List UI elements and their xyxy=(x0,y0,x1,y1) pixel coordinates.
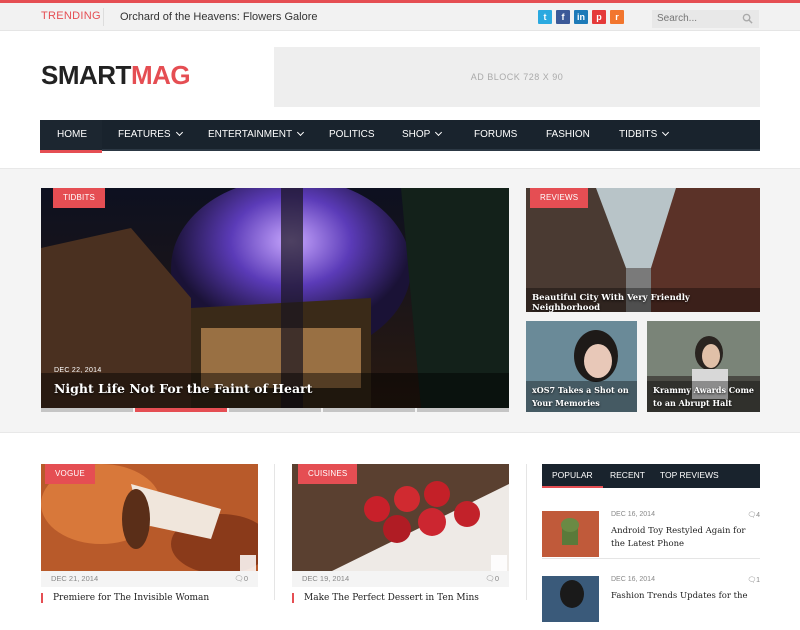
featured-title-line2[interactable]: to an Abrupt Halt xyxy=(653,397,732,409)
chevron-down-icon xyxy=(435,128,443,137)
post-thumbnail[interactable] xyxy=(542,511,599,557)
post-date: DEC 16, 2014 xyxy=(611,511,655,518)
featured-xos7-image[interactable]: xOS7 Takes a Shot on Your Memories xyxy=(526,321,637,412)
category-tag[interactable]: CUISINES xyxy=(298,464,358,484)
chevron-down-icon xyxy=(297,128,305,137)
comment-count-value: 4 xyxy=(756,512,760,519)
chevron-down-icon xyxy=(662,128,670,137)
slider-indicator xyxy=(41,408,509,412)
featured-title-line1[interactable]: xOS7 Takes a Shot on xyxy=(532,384,629,396)
comment-count[interactable]: 🗨0 xyxy=(485,571,499,587)
facebook-icon[interactable]: f xyxy=(556,10,570,24)
post-image-cuisines[interactable]: CUISINES xyxy=(292,464,509,571)
featured-title[interactable]: Night Life Not For the Faint of Heart xyxy=(54,381,312,396)
main-nav: HOME FEATURES ENTERTAINMENT POLITICS SHO… xyxy=(40,120,760,153)
post-meta: DEC 21, 2014 🗨0 xyxy=(41,571,258,587)
post-title[interactable]: Premiere for The Invisible Woman xyxy=(41,593,209,603)
featured-title-line2[interactable]: Your Memories xyxy=(532,397,600,409)
slider-dot[interactable] xyxy=(323,408,415,412)
rss-icon[interactable]: r xyxy=(610,10,624,24)
nav-label: SHOP xyxy=(402,129,431,140)
nav-label: FASHION xyxy=(546,129,590,140)
slider-dot[interactable] xyxy=(417,408,509,412)
post-title[interactable]: Android Toy Restyled Again for the Lates… xyxy=(611,525,761,551)
slider-dot[interactable] xyxy=(229,408,321,412)
comment-count[interactable]: 🗨1 xyxy=(747,576,760,584)
linkedin-icon[interactable]: in xyxy=(574,10,588,24)
slider-dot-active[interactable] xyxy=(135,408,227,412)
night-mall-photo xyxy=(41,188,509,408)
category-tag[interactable]: REVIEWS xyxy=(530,188,589,208)
comment-count[interactable]: 🗨4 xyxy=(747,511,760,519)
nav-item-fashion[interactable]: FASHION xyxy=(546,120,590,151)
nav-item-features[interactable]: FEATURES xyxy=(118,120,183,151)
tab-recent[interactable]: RECENT xyxy=(610,464,645,488)
column-divider xyxy=(274,464,275,600)
post-date: DEC 19, 2014 xyxy=(302,574,350,583)
site-logo[interactable]: SMARTMAG xyxy=(41,60,191,91)
pinterest-icon[interactable]: p xyxy=(592,10,606,24)
post-image-vogue[interactable]: VOGUE xyxy=(41,464,258,571)
featured-main-image[interactable]: TIDBITS DEC 22, 2014 Night Life Not For … xyxy=(41,188,509,408)
nav-label: FORUMS xyxy=(474,129,518,140)
twitter-icon[interactable]: t xyxy=(538,10,552,24)
nav-label: HOME xyxy=(57,129,87,140)
social-icons: t f in p r xyxy=(538,10,624,24)
tab-top-reviews[interactable]: TOP REVIEWS xyxy=(660,464,719,488)
image-format-icon xyxy=(240,555,256,571)
trending-divider xyxy=(103,8,104,26)
post-thumbnail[interactable] xyxy=(542,576,599,622)
comment-count-value: 1 xyxy=(756,577,760,584)
nav-label: POLITICS xyxy=(329,129,375,140)
post-date: DEC 21, 2014 xyxy=(51,574,99,583)
audio-format-icon xyxy=(491,555,507,571)
comment-count-value: 0 xyxy=(494,574,499,583)
comment-count-value: 0 xyxy=(243,574,248,583)
category-tag[interactable]: VOGUE xyxy=(45,464,95,484)
nav-item-politics[interactable]: POLITICS xyxy=(329,120,375,151)
nav-label: FEATURES xyxy=(118,129,171,140)
post-title[interactable]: Make The Perfect Dessert in Ten Mins xyxy=(292,593,479,603)
logo-smart: SMART xyxy=(41,60,131,90)
trending-headline-link[interactable]: Orchard of the Heavens: Flowers Galore xyxy=(120,11,317,23)
nav-item-shop[interactable]: SHOP xyxy=(402,120,443,151)
nav-label: TIDBITS xyxy=(619,129,658,140)
trending-label: TRENDING xyxy=(41,10,101,22)
android-toy-photo xyxy=(542,511,599,557)
nav-item-forums[interactable]: FORUMS xyxy=(474,120,517,151)
post-date: DEC 22, 2014 xyxy=(54,367,102,374)
featured-krammy-image[interactable]: Krammy Awards Come to an Abrupt Halt xyxy=(647,321,760,412)
chevron-down-icon xyxy=(175,128,183,137)
top-bar: TRENDING Orchard of the Heavens: Flowers… xyxy=(0,3,800,31)
comment-count[interactable]: 🗨0 xyxy=(234,571,248,587)
tab-popular[interactable]: POPULAR xyxy=(542,464,603,488)
ad-block[interactable]: AD BLOCK 728 X 90 xyxy=(274,47,760,107)
category-tag[interactable]: TIDBITS xyxy=(53,188,106,208)
post-date: DEC 16, 2014 xyxy=(611,576,655,583)
featured-city-image[interactable]: REVIEWS Beautiful City With Very Friendl… xyxy=(526,188,760,312)
column-divider xyxy=(526,464,527,600)
post-title[interactable]: Fashion Trends Updates for the xyxy=(611,590,761,603)
search-icon[interactable] xyxy=(742,13,753,24)
logo-mag: MAG xyxy=(130,60,191,90)
featured-title-line1[interactable]: Krammy Awards Come xyxy=(653,384,754,396)
featured-title[interactable]: Beautiful City With Very Friendly Neighb… xyxy=(532,293,760,312)
nav-label: ENTERTAINMENT xyxy=(208,129,293,140)
divider xyxy=(0,432,800,433)
sidebar-post[interactable]: DEC 16, 2014 🗨4 Android Toy Restyled Aga… xyxy=(542,511,760,559)
nav-item-tidbits[interactable]: TIDBITS xyxy=(619,120,670,151)
slider-dot[interactable] xyxy=(41,408,133,412)
nav-item-home[interactable]: HOME xyxy=(40,120,102,153)
nav-item-entertainment[interactable]: ENTERTAINMENT xyxy=(208,120,305,151)
sidebar-post[interactable]: DEC 16, 2014 🗨1 Fashion Trends Updates f… xyxy=(542,576,760,630)
sidebar-tabs: POPULAR RECENT TOP REVIEWS xyxy=(542,464,760,488)
fashion-photo xyxy=(542,576,599,622)
post-meta: DEC 19, 2014 🗨0 xyxy=(292,571,509,587)
